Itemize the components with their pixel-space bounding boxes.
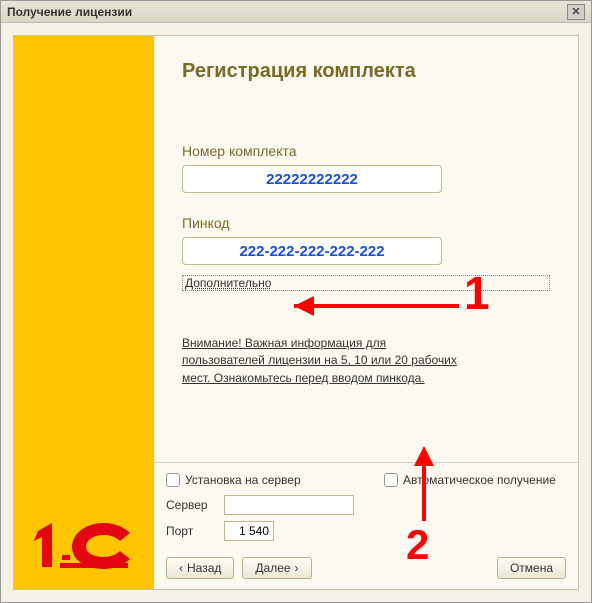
chevron-right-icon: ›	[295, 561, 299, 575]
port-label: Порт	[166, 524, 216, 538]
pincode-label: Пинкод	[182, 215, 550, 231]
next-label: Далее	[255, 561, 290, 575]
checkbox-icon	[166, 473, 180, 487]
back-button[interactable]: ‹ Назад	[166, 557, 234, 579]
install-server-label: Установка на сервер	[185, 473, 301, 487]
auto-get-label: Автоматическое получение	[403, 473, 556, 487]
server-label: Сервер	[166, 498, 216, 512]
window-title: Получение лицензии	[7, 5, 132, 19]
additional-link[interactable]: Дополнительно	[182, 275, 550, 291]
close-icon[interactable]: ✕	[567, 4, 585, 20]
content-area: Регистрация комплекта Номер комплекта Пи…	[154, 36, 578, 589]
bottom-panel: Установка на сервер Сервер Порт	[154, 462, 578, 589]
license-window: Получение лицензии ✕ Рег	[0, 0, 592, 603]
install-server-checkbox[interactable]: Установка на сервер	[166, 473, 354, 487]
titlebar: Получение лицензии ✕	[1, 1, 591, 23]
kit-number-label: Номер комплекта	[182, 143, 550, 159]
cancel-button[interactable]: Отмена	[497, 557, 566, 579]
window-body: Регистрация комплекта Номер комплекта Пи…	[1, 23, 591, 602]
inner-frame: Регистрация комплекта Номер комплекта Пи…	[13, 35, 579, 590]
cancel-label: Отмена	[510, 561, 553, 575]
back-label: Назад	[187, 561, 221, 575]
page-title: Регистрация комплекта	[182, 60, 550, 83]
checkbox-icon	[384, 473, 398, 487]
warning-link[interactable]: Внимание! Важная информация для пользова…	[182, 335, 472, 387]
logo-1c-icon	[32, 519, 132, 571]
next-button[interactable]: Далее ›	[242, 557, 311, 579]
annotation-arrow-1	[274, 286, 464, 326]
server-input[interactable]	[224, 495, 354, 515]
pincode-input[interactable]	[182, 237, 442, 265]
auto-get-checkbox[interactable]: Автоматическое получение	[384, 473, 566, 487]
port-input[interactable]	[224, 521, 274, 541]
sidebar	[14, 36, 154, 589]
chevron-left-icon: ‹	[179, 561, 183, 575]
kit-number-input[interactable]	[182, 165, 442, 193]
